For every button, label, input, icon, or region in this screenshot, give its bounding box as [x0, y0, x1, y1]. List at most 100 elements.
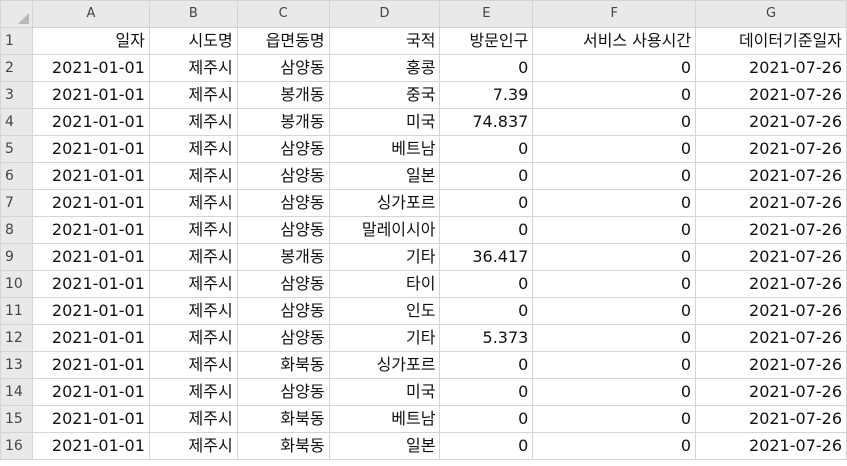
- cell-date[interactable]: 2021-01-01: [31, 135, 150, 163]
- cell-base-date[interactable]: 2021-07-26: [695, 135, 847, 163]
- cell-nationality[interactable]: 베트남: [328, 405, 441, 433]
- cell-nationality[interactable]: 말레이시아: [328, 216, 441, 244]
- cell-service-time[interactable]: 0: [532, 162, 697, 190]
- column-header-e[interactable]: E: [439, 0, 534, 28]
- cell-district[interactable]: 삼양동: [236, 216, 330, 244]
- row-header[interactable]: 6: [0, 162, 33, 190]
- cell-district[interactable]: 화북동: [236, 432, 330, 460]
- row-header[interactable]: 15: [0, 405, 33, 433]
- row-header[interactable]: 2: [0, 54, 33, 82]
- cell-nationality[interactable]: 미국: [328, 108, 441, 136]
- cell-base-date[interactable]: 2021-07-26: [695, 297, 847, 325]
- cell-service-time[interactable]: 0: [532, 108, 697, 136]
- cell-city[interactable]: 제주시: [148, 351, 238, 379]
- cell-service-time[interactable]: 0: [532, 54, 697, 82]
- cell-district[interactable]: 화북동: [236, 405, 330, 433]
- cell-nationality[interactable]: 싱가포르: [328, 351, 441, 379]
- cell-base-date[interactable]: 2021-07-26: [695, 432, 847, 460]
- cell-nationality[interactable]: 기타: [328, 324, 441, 352]
- cell-base-date[interactable]: 2021-07-26: [695, 81, 847, 109]
- header-cell-base-date[interactable]: 데이터기준일자: [695, 27, 847, 55]
- cell-city[interactable]: 제주시: [148, 270, 238, 298]
- column-header-g[interactable]: G: [695, 0, 847, 28]
- cell-date[interactable]: 2021-01-01: [31, 324, 150, 352]
- row-header[interactable]: 4: [0, 108, 33, 136]
- cell-service-time[interactable]: 0: [532, 135, 697, 163]
- cell-district[interactable]: 화북동: [236, 351, 330, 379]
- column-header-d[interactable]: D: [328, 0, 441, 28]
- cell-service-time[interactable]: 0: [532, 270, 697, 298]
- cell-district[interactable]: 삼양동: [236, 324, 330, 352]
- cell-city[interactable]: 제주시: [148, 108, 238, 136]
- header-cell-city[interactable]: 시도명: [148, 27, 238, 55]
- cell-date[interactable]: 2021-01-01: [31, 81, 150, 109]
- cell-visitors[interactable]: 0: [439, 378, 534, 406]
- cell-nationality[interactable]: 일본: [328, 162, 441, 190]
- column-header-a[interactable]: A: [31, 0, 150, 28]
- row-header[interactable]: 7: [0, 189, 33, 217]
- cell-date[interactable]: 2021-01-01: [31, 189, 150, 217]
- row-header[interactable]: 10: [0, 270, 33, 298]
- cell-city[interactable]: 제주시: [148, 432, 238, 460]
- cell-date[interactable]: 2021-01-01: [31, 432, 150, 460]
- cell-date[interactable]: 2021-01-01: [31, 405, 150, 433]
- cell-visitors[interactable]: 0: [439, 189, 534, 217]
- row-header[interactable]: 12: [0, 324, 33, 352]
- cell-district[interactable]: 삼양동: [236, 162, 330, 190]
- cell-visitors[interactable]: 0: [439, 351, 534, 379]
- header-cell-district[interactable]: 읍면동명: [236, 27, 330, 55]
- cell-date[interactable]: 2021-01-01: [31, 54, 150, 82]
- row-header[interactable]: 5: [0, 135, 33, 163]
- cell-city[interactable]: 제주시: [148, 243, 238, 271]
- cell-district[interactable]: 삼양동: [236, 270, 330, 298]
- cell-date[interactable]: 2021-01-01: [31, 108, 150, 136]
- select-all-button[interactable]: [0, 0, 33, 28]
- cell-district[interactable]: 삼양동: [236, 297, 330, 325]
- cell-visitors[interactable]: 0: [439, 135, 534, 163]
- row-header[interactable]: 1: [0, 27, 33, 55]
- cell-visitors[interactable]: 5.373: [439, 324, 534, 352]
- row-header[interactable]: 14: [0, 378, 33, 406]
- header-cell-nationality[interactable]: 국적: [328, 27, 441, 55]
- cell-date[interactable]: 2021-01-01: [31, 297, 150, 325]
- cell-district[interactable]: 삼양동: [236, 135, 330, 163]
- cell-nationality[interactable]: 중국: [328, 81, 441, 109]
- cell-visitors[interactable]: 0: [439, 432, 534, 460]
- cell-base-date[interactable]: 2021-07-26: [695, 216, 847, 244]
- row-header[interactable]: 16: [0, 432, 33, 460]
- cell-base-date[interactable]: 2021-07-26: [695, 54, 847, 82]
- cell-visitors[interactable]: 0: [439, 216, 534, 244]
- cell-city[interactable]: 제주시: [148, 81, 238, 109]
- cell-district[interactable]: 봉개동: [236, 81, 330, 109]
- cell-service-time[interactable]: 0: [532, 378, 697, 406]
- cell-service-time[interactable]: 0: [532, 216, 697, 244]
- cell-base-date[interactable]: 2021-07-26: [695, 351, 847, 379]
- cell-service-time[interactable]: 0: [532, 351, 697, 379]
- column-header-f[interactable]: F: [532, 0, 697, 28]
- cell-base-date[interactable]: 2021-07-26: [695, 108, 847, 136]
- cell-visitors[interactable]: 36.417: [439, 243, 534, 271]
- cell-visitors[interactable]: 0: [439, 270, 534, 298]
- cell-city[interactable]: 제주시: [148, 189, 238, 217]
- cell-base-date[interactable]: 2021-07-26: [695, 189, 847, 217]
- cell-service-time[interactable]: 0: [532, 189, 697, 217]
- cell-district[interactable]: 삼양동: [236, 189, 330, 217]
- cell-district[interactable]: 봉개동: [236, 243, 330, 271]
- cell-city[interactable]: 제주시: [148, 54, 238, 82]
- cell-nationality[interactable]: 베트남: [328, 135, 441, 163]
- header-cell-date[interactable]: 일자: [31, 27, 150, 55]
- cell-nationality[interactable]: 미국: [328, 378, 441, 406]
- cell-city[interactable]: 제주시: [148, 324, 238, 352]
- cell-date[interactable]: 2021-01-01: [31, 270, 150, 298]
- cell-service-time[interactable]: 0: [532, 243, 697, 271]
- row-header[interactable]: 11: [0, 297, 33, 325]
- cell-nationality[interactable]: 타이: [328, 270, 441, 298]
- cell-district[interactable]: 봉개동: [236, 108, 330, 136]
- cell-service-time[interactable]: 0: [532, 81, 697, 109]
- cell-city[interactable]: 제주시: [148, 135, 238, 163]
- cell-district[interactable]: 삼양동: [236, 378, 330, 406]
- cell-date[interactable]: 2021-01-01: [31, 351, 150, 379]
- cell-district[interactable]: 삼양동: [236, 54, 330, 82]
- cell-nationality[interactable]: 인도: [328, 297, 441, 325]
- cell-date[interactable]: 2021-01-01: [31, 378, 150, 406]
